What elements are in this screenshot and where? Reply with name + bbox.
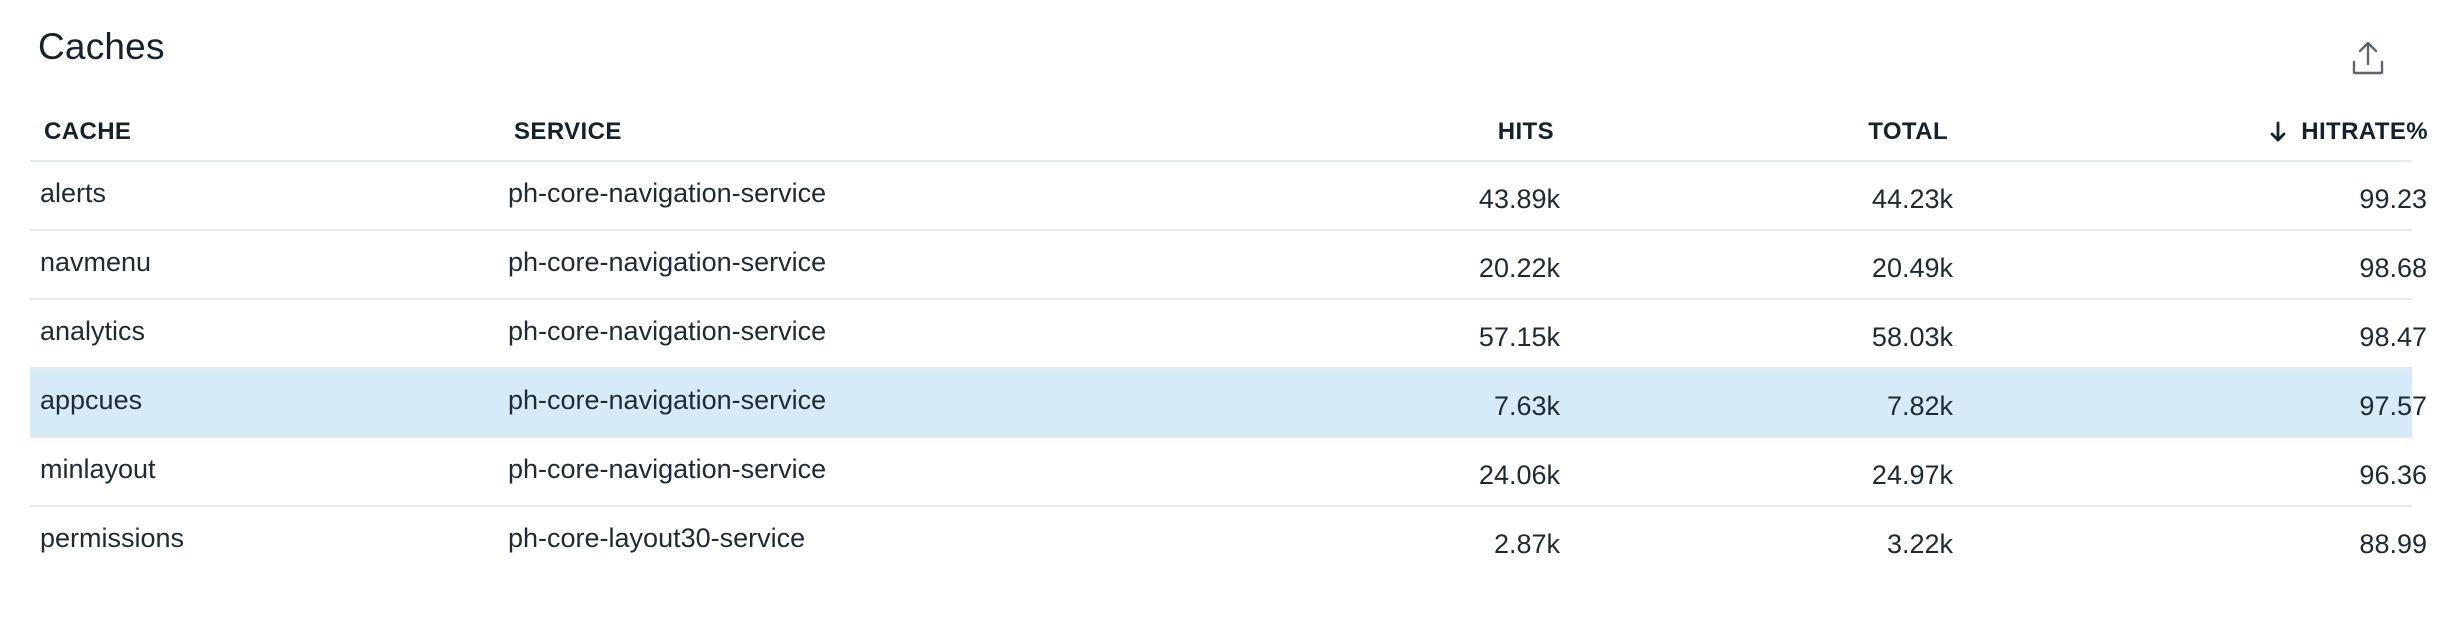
- table-row[interactable]: navmenu ph-core-navigation-service 20.22k 2…: [30, 231, 2427, 300]
- table-header: CACHE SERVICE HITS TOTAL HITRATE%: [30, 104, 2428, 162]
- cell-hitrate: 99.23: [2359, 184, 2427, 214]
- caches-table: CACHE SERVICE HITS TOTAL HITRATE% alerts…: [30, 104, 2428, 576]
- cell-service: ph-core-navigation-service: [508, 454, 827, 484]
- export-icon: [2352, 41, 2384, 75]
- column-header-service[interactable]: SERVICE: [514, 104, 1214, 160]
- table-body: alerts ph-core-navigation-service 43.89k 44…: [30, 162, 2427, 576]
- table-row[interactable]: permissions ph-core-layout30-service 2.87k…: [30, 507, 2427, 576]
- cell-service: ph-core-navigation-service: [508, 385, 827, 415]
- cell-total: 20.49k: [1871, 253, 1953, 283]
- panel-title: Caches: [38, 26, 165, 67]
- cell-cache: permissions: [40, 523, 185, 553]
- cell-total: 3.22k: [1886, 529, 1953, 559]
- cell-hitrate: 98.47: [2359, 322, 2427, 352]
- cell-hits: 43.89k: [1478, 184, 1560, 214]
- cell-hitrate: 96.36: [2359, 460, 2427, 490]
- table-row[interactable]: appcues ph-core-navigation-service 7.63k 7.…: [30, 369, 2427, 438]
- cell-total: 58.03k: [1871, 322, 1953, 352]
- cell-service: ph-core-navigation-service: [508, 247, 827, 277]
- column-header-hitrate-label: HITRATE%: [2301, 118, 2428, 145]
- cell-hitrate: 97.57: [2359, 391, 2427, 421]
- cell-hits: 24.06k: [1478, 460, 1560, 490]
- cell-total: 44.23k: [1871, 184, 1953, 214]
- table-row[interactable]: minlayout ph-core-navigation-service 24.06…: [30, 438, 2427, 507]
- cell-hitrate: 98.68: [2359, 253, 2427, 283]
- cell-cache: navmenu: [40, 247, 152, 277]
- cell-total: 24.97k: [1871, 460, 1953, 490]
- table-row[interactable]: analytics ph-core-navigation-service 57.15…: [30, 300, 2427, 369]
- cell-cache: analytics: [40, 316, 146, 346]
- caches-panel: Caches CACHE SERVICE HITS TOTAL HITRATE%: [0, 0, 2438, 624]
- cell-hits: 20.22k: [1478, 253, 1560, 283]
- column-header-total[interactable]: TOTAL: [1560, 104, 1948, 160]
- cell-hitrate: 88.99: [2359, 529, 2427, 559]
- column-header-hitrate[interactable]: HITRATE%: [1953, 104, 2428, 160]
- table-row[interactable]: alerts ph-core-navigation-service 43.89k 44…: [30, 162, 2427, 231]
- cell-cache: appcues: [40, 385, 143, 415]
- cell-cache: alerts: [40, 178, 107, 208]
- cell-service: ph-core-navigation-service: [508, 178, 827, 208]
- cell-hits: 57.15k: [1478, 322, 1560, 352]
- arrow-down-icon: [2269, 121, 2287, 143]
- cell-service: ph-core-navigation-service: [508, 316, 827, 346]
- column-header-hits[interactable]: HITS: [1130, 104, 1554, 160]
- cell-hits: 2.87k: [1493, 529, 1560, 559]
- cell-hits: 7.63k: [1493, 391, 1560, 421]
- cell-cache: minlayout: [40, 454, 156, 484]
- export-button[interactable]: [2348, 38, 2388, 78]
- column-header-cache[interactable]: CACHE: [44, 104, 484, 160]
- cell-service: ph-core-layout30-service: [508, 523, 806, 553]
- cell-total: 7.82k: [1886, 391, 1953, 421]
